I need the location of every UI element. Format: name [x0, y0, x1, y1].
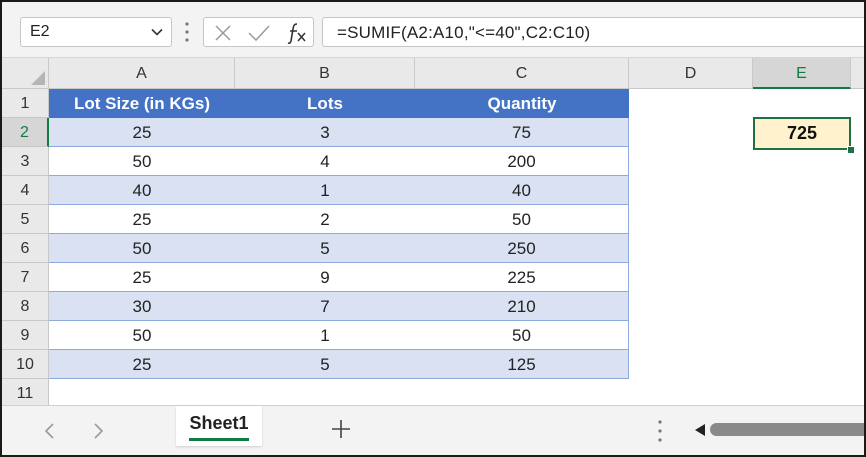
- row-header-4[interactable]: 4: [2, 176, 49, 205]
- column-header-d[interactable]: D: [629, 58, 753, 89]
- table-cell[interactable]: 25: [49, 350, 235, 379]
- scroll-left-arrow-icon[interactable]: [695, 424, 705, 436]
- chevron-down-icon[interactable]: [151, 26, 163, 38]
- horizontal-scrollbar-thumb[interactable]: [710, 423, 864, 436]
- table-cell[interactable]: 50: [49, 234, 235, 263]
- plus-icon[interactable]: [330, 418, 352, 440]
- name-box-value: E2: [30, 23, 50, 40]
- row-header-8[interactable]: 8: [2, 292, 49, 321]
- formula-controls: [203, 17, 314, 47]
- sheet-tab-bar: Sheet1: [2, 405, 864, 455]
- insert-function-icon[interactable]: [284, 21, 308, 45]
- column-header-f[interactable]: [851, 58, 864, 89]
- table-cell[interactable]: 9: [235, 263, 415, 292]
- table-cell[interactable]: 200: [415, 147, 629, 176]
- enter-check-icon[interactable]: [248, 24, 270, 42]
- excel-window: E2 =SUMIF(A2:A10,"<=40",C2:C10) A B C D …: [0, 0, 866, 457]
- row-header-1[interactable]: 1: [2, 89, 49, 118]
- formula-bar: E2 =SUMIF(A2:A10,"<=40",C2:C10): [2, 2, 864, 58]
- table-cell[interactable]: 5: [235, 234, 415, 263]
- row-header-3[interactable]: 3: [2, 147, 49, 176]
- row-header-2[interactable]: 2: [2, 118, 49, 147]
- result-cell-e2[interactable]: 725: [753, 117, 851, 150]
- formula-input[interactable]: =SUMIF(A2:A10,"<=40",C2:C10): [322, 17, 864, 47]
- table-cell[interactable]: 1: [235, 321, 415, 350]
- select-all-triangle-icon: [31, 71, 45, 85]
- name-box[interactable]: E2: [20, 17, 172, 47]
- chevron-left-icon[interactable]: [40, 421, 60, 441]
- table-cell[interactable]: 1: [235, 176, 415, 205]
- table-cell[interactable]: 50: [49, 321, 235, 350]
- table-header-lots[interactable]: Lots: [235, 89, 415, 118]
- table-cell[interactable]: 2: [235, 205, 415, 234]
- table-header-lot-size[interactable]: Lot Size (in KGs): [49, 89, 235, 118]
- fill-handle[interactable]: [847, 146, 855, 154]
- column-header-c[interactable]: C: [415, 58, 629, 89]
- table-cell[interactable]: 5: [235, 350, 415, 379]
- active-tab-underline: [189, 438, 249, 441]
- table-cell[interactable]: 40: [415, 176, 629, 205]
- select-all-button[interactable]: [2, 58, 49, 89]
- more-options-icon: [185, 22, 189, 42]
- row-header-10[interactable]: 10: [2, 350, 49, 379]
- table-cell[interactable]: 125: [415, 350, 629, 379]
- sheet-tab-sheet1[interactable]: Sheet1: [176, 406, 262, 446]
- chevron-right-icon[interactable]: [88, 421, 108, 441]
- row-header-11[interactable]: 11: [2, 379, 49, 408]
- column-header-a[interactable]: A: [49, 58, 235, 89]
- cancel-icon[interactable]: [214, 24, 232, 42]
- sheet-tab-label: Sheet1: [189, 413, 249, 433]
- table-cell[interactable]: 4: [235, 147, 415, 176]
- table-cell[interactable]: 3: [235, 118, 415, 147]
- table-header-quantity[interactable]: Quantity: [415, 89, 629, 118]
- more-options-icon: [658, 420, 662, 442]
- formula-text: =SUMIF(A2:A10,"<=40",C2:C10): [337, 23, 591, 42]
- table-cell[interactable]: 50: [415, 321, 629, 350]
- table-cell[interactable]: 7: [235, 292, 415, 321]
- row-header-7[interactable]: 7: [2, 263, 49, 292]
- table-cell[interactable]: 30: [49, 292, 235, 321]
- table-cell[interactable]: 25: [49, 205, 235, 234]
- row-header-9[interactable]: 9: [2, 321, 49, 350]
- table-cell[interactable]: 25: [49, 118, 235, 147]
- table-cell[interactable]: 225: [415, 263, 629, 292]
- table-cell[interactable]: 25: [49, 263, 235, 292]
- table-cell[interactable]: 250: [415, 234, 629, 263]
- table-cell[interactable]: 75: [415, 118, 629, 147]
- column-header-b[interactable]: B: [235, 58, 415, 89]
- row-header-6[interactable]: 6: [2, 234, 49, 263]
- table-cell[interactable]: 50: [415, 205, 629, 234]
- table-cell[interactable]: 50: [49, 147, 235, 176]
- column-header-e[interactable]: E: [753, 58, 851, 89]
- row-header-5[interactable]: 5: [2, 205, 49, 234]
- table-cell[interactable]: 40: [49, 176, 235, 205]
- table-cell[interactable]: 210: [415, 292, 629, 321]
